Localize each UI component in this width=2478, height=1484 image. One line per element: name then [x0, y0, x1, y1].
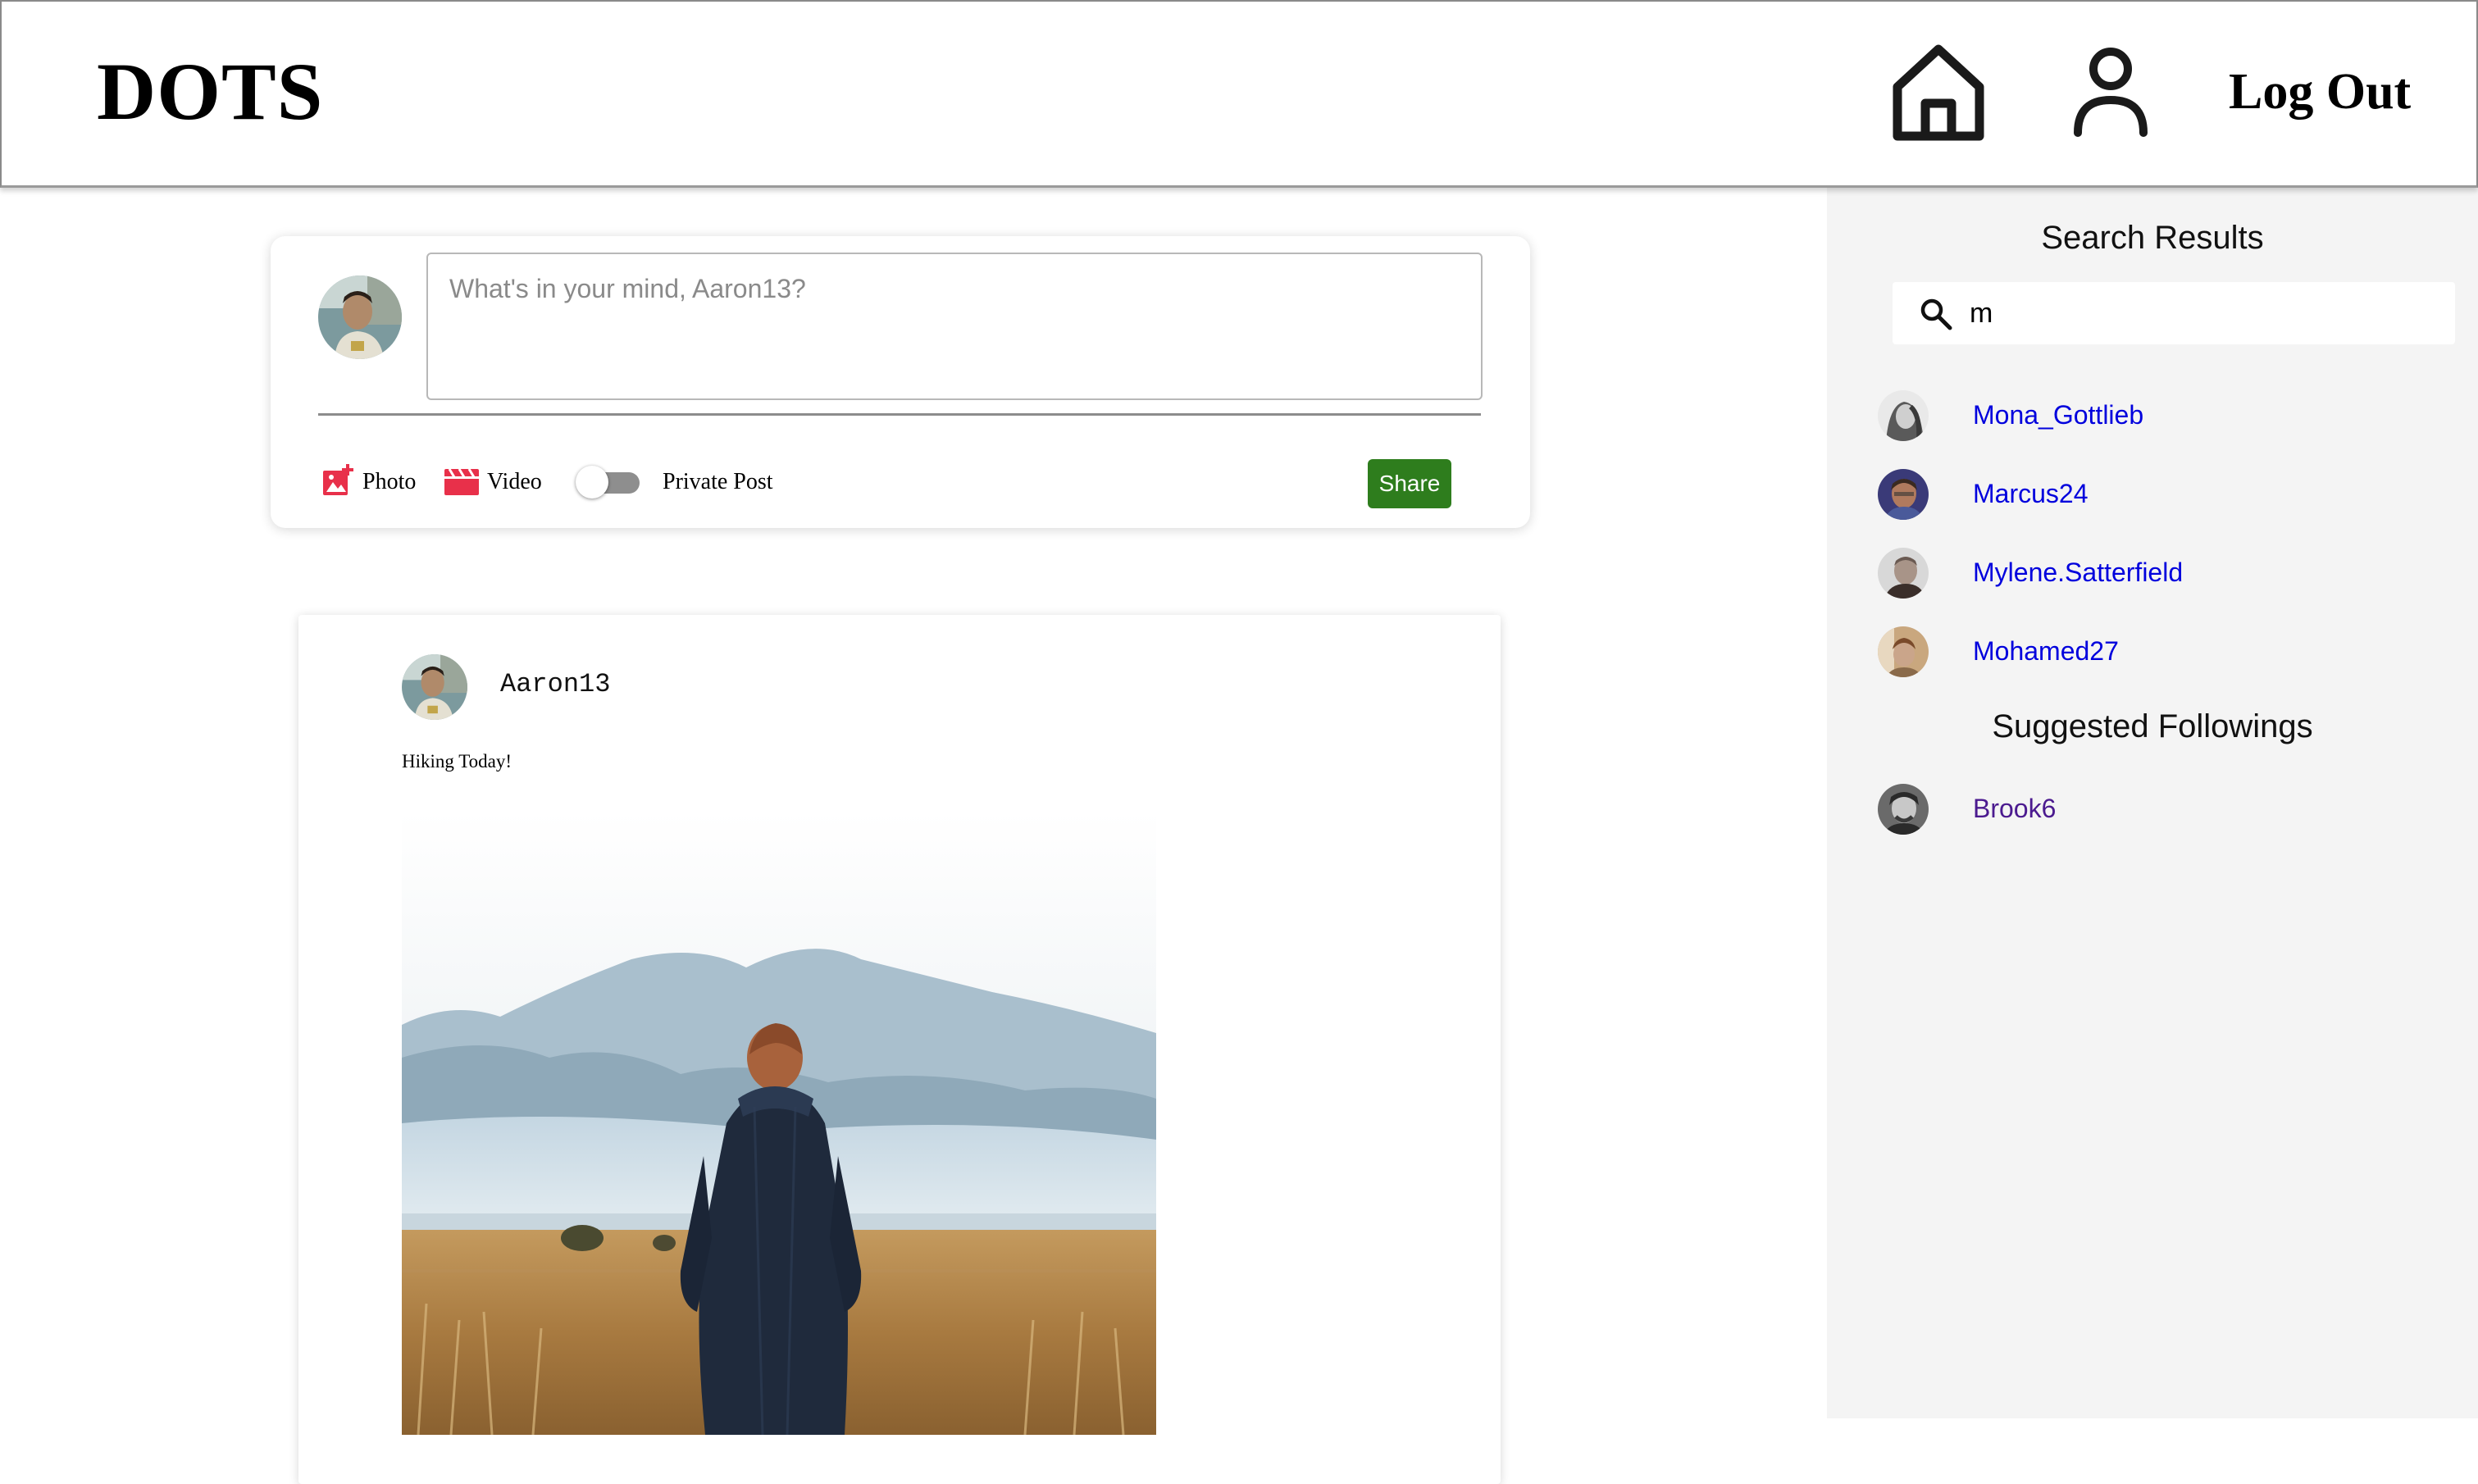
video-clapper-icon	[444, 466, 479, 499]
post-caption: Hiking Today!	[402, 751, 512, 772]
avatar	[1878, 469, 1929, 520]
home-icon[interactable]	[1889, 41, 1988, 144]
search-icon	[1919, 297, 1953, 331]
search-result-item[interactable]: Mona_Gottlieb	[1878, 390, 2452, 441]
avatar	[1878, 784, 1929, 835]
post-author-avatar[interactable]	[402, 654, 467, 720]
search-result-name: Marcus24	[1973, 479, 2089, 508]
user-icon[interactable]	[2063, 41, 2161, 144]
add-video-button[interactable]: Video	[444, 462, 542, 502]
search-result-item[interactable]: Marcus24	[1878, 469, 2452, 520]
post-card: Aaron13 Hiking Today!	[298, 615, 1501, 1484]
private-post-control: Private Post	[576, 462, 773, 502]
private-post-label: Private Post	[663, 469, 773, 494]
avatar	[1878, 548, 1929, 599]
avatar	[1878, 390, 1929, 441]
composer-divider	[318, 413, 1481, 416]
post-photo[interactable]	[402, 812, 1156, 1435]
suggested-user-name: Brook6	[1973, 794, 2057, 823]
search-result-item[interactable]: Mylene.Satterfield	[1878, 548, 2452, 599]
search-result-name: Mylene.Satterfield	[1973, 558, 2184, 587]
logout-link[interactable]: Log Out	[2229, 59, 2411, 125]
top-navbar: DOTS Log Out	[0, 0, 2478, 188]
search-result-item[interactable]: Mohamed27	[1878, 626, 2452, 677]
add-photo-button[interactable]: Photo	[321, 462, 416, 502]
avatar	[1878, 626, 1929, 677]
current-user-avatar	[318, 275, 402, 359]
search-result-name: Mohamed27	[1973, 636, 2119, 666]
app-logo[interactable]: DOTS	[97, 43, 323, 141]
suggested-followings-title: Suggested Followings	[1992, 708, 2313, 744]
video-label: Video	[487, 469, 542, 494]
search-result-name: Mona_Gottlieb	[1973, 400, 2144, 430]
search-results-title: Search Results	[2041, 220, 2264, 256]
post-text-input[interactable]	[426, 253, 1483, 400]
suggested-user-item[interactable]: Brook6	[1878, 784, 2452, 835]
photo-label: Photo	[362, 469, 417, 494]
user-search-input[interactable]	[1970, 289, 2437, 338]
toggle-knob	[576, 466, 608, 498]
share-button[interactable]: Share	[1368, 459, 1451, 508]
post-author-name[interactable]: Aaron13	[500, 669, 610, 699]
new-post-composer: Photo Video Private Post Share	[271, 236, 1530, 528]
right-sidebar: Search Results Mona_Gottlieb	[1827, 185, 2478, 1418]
private-post-toggle[interactable]	[576, 462, 643, 502]
add-photo-icon	[321, 463, 354, 501]
user-search-box	[1893, 282, 2455, 344]
